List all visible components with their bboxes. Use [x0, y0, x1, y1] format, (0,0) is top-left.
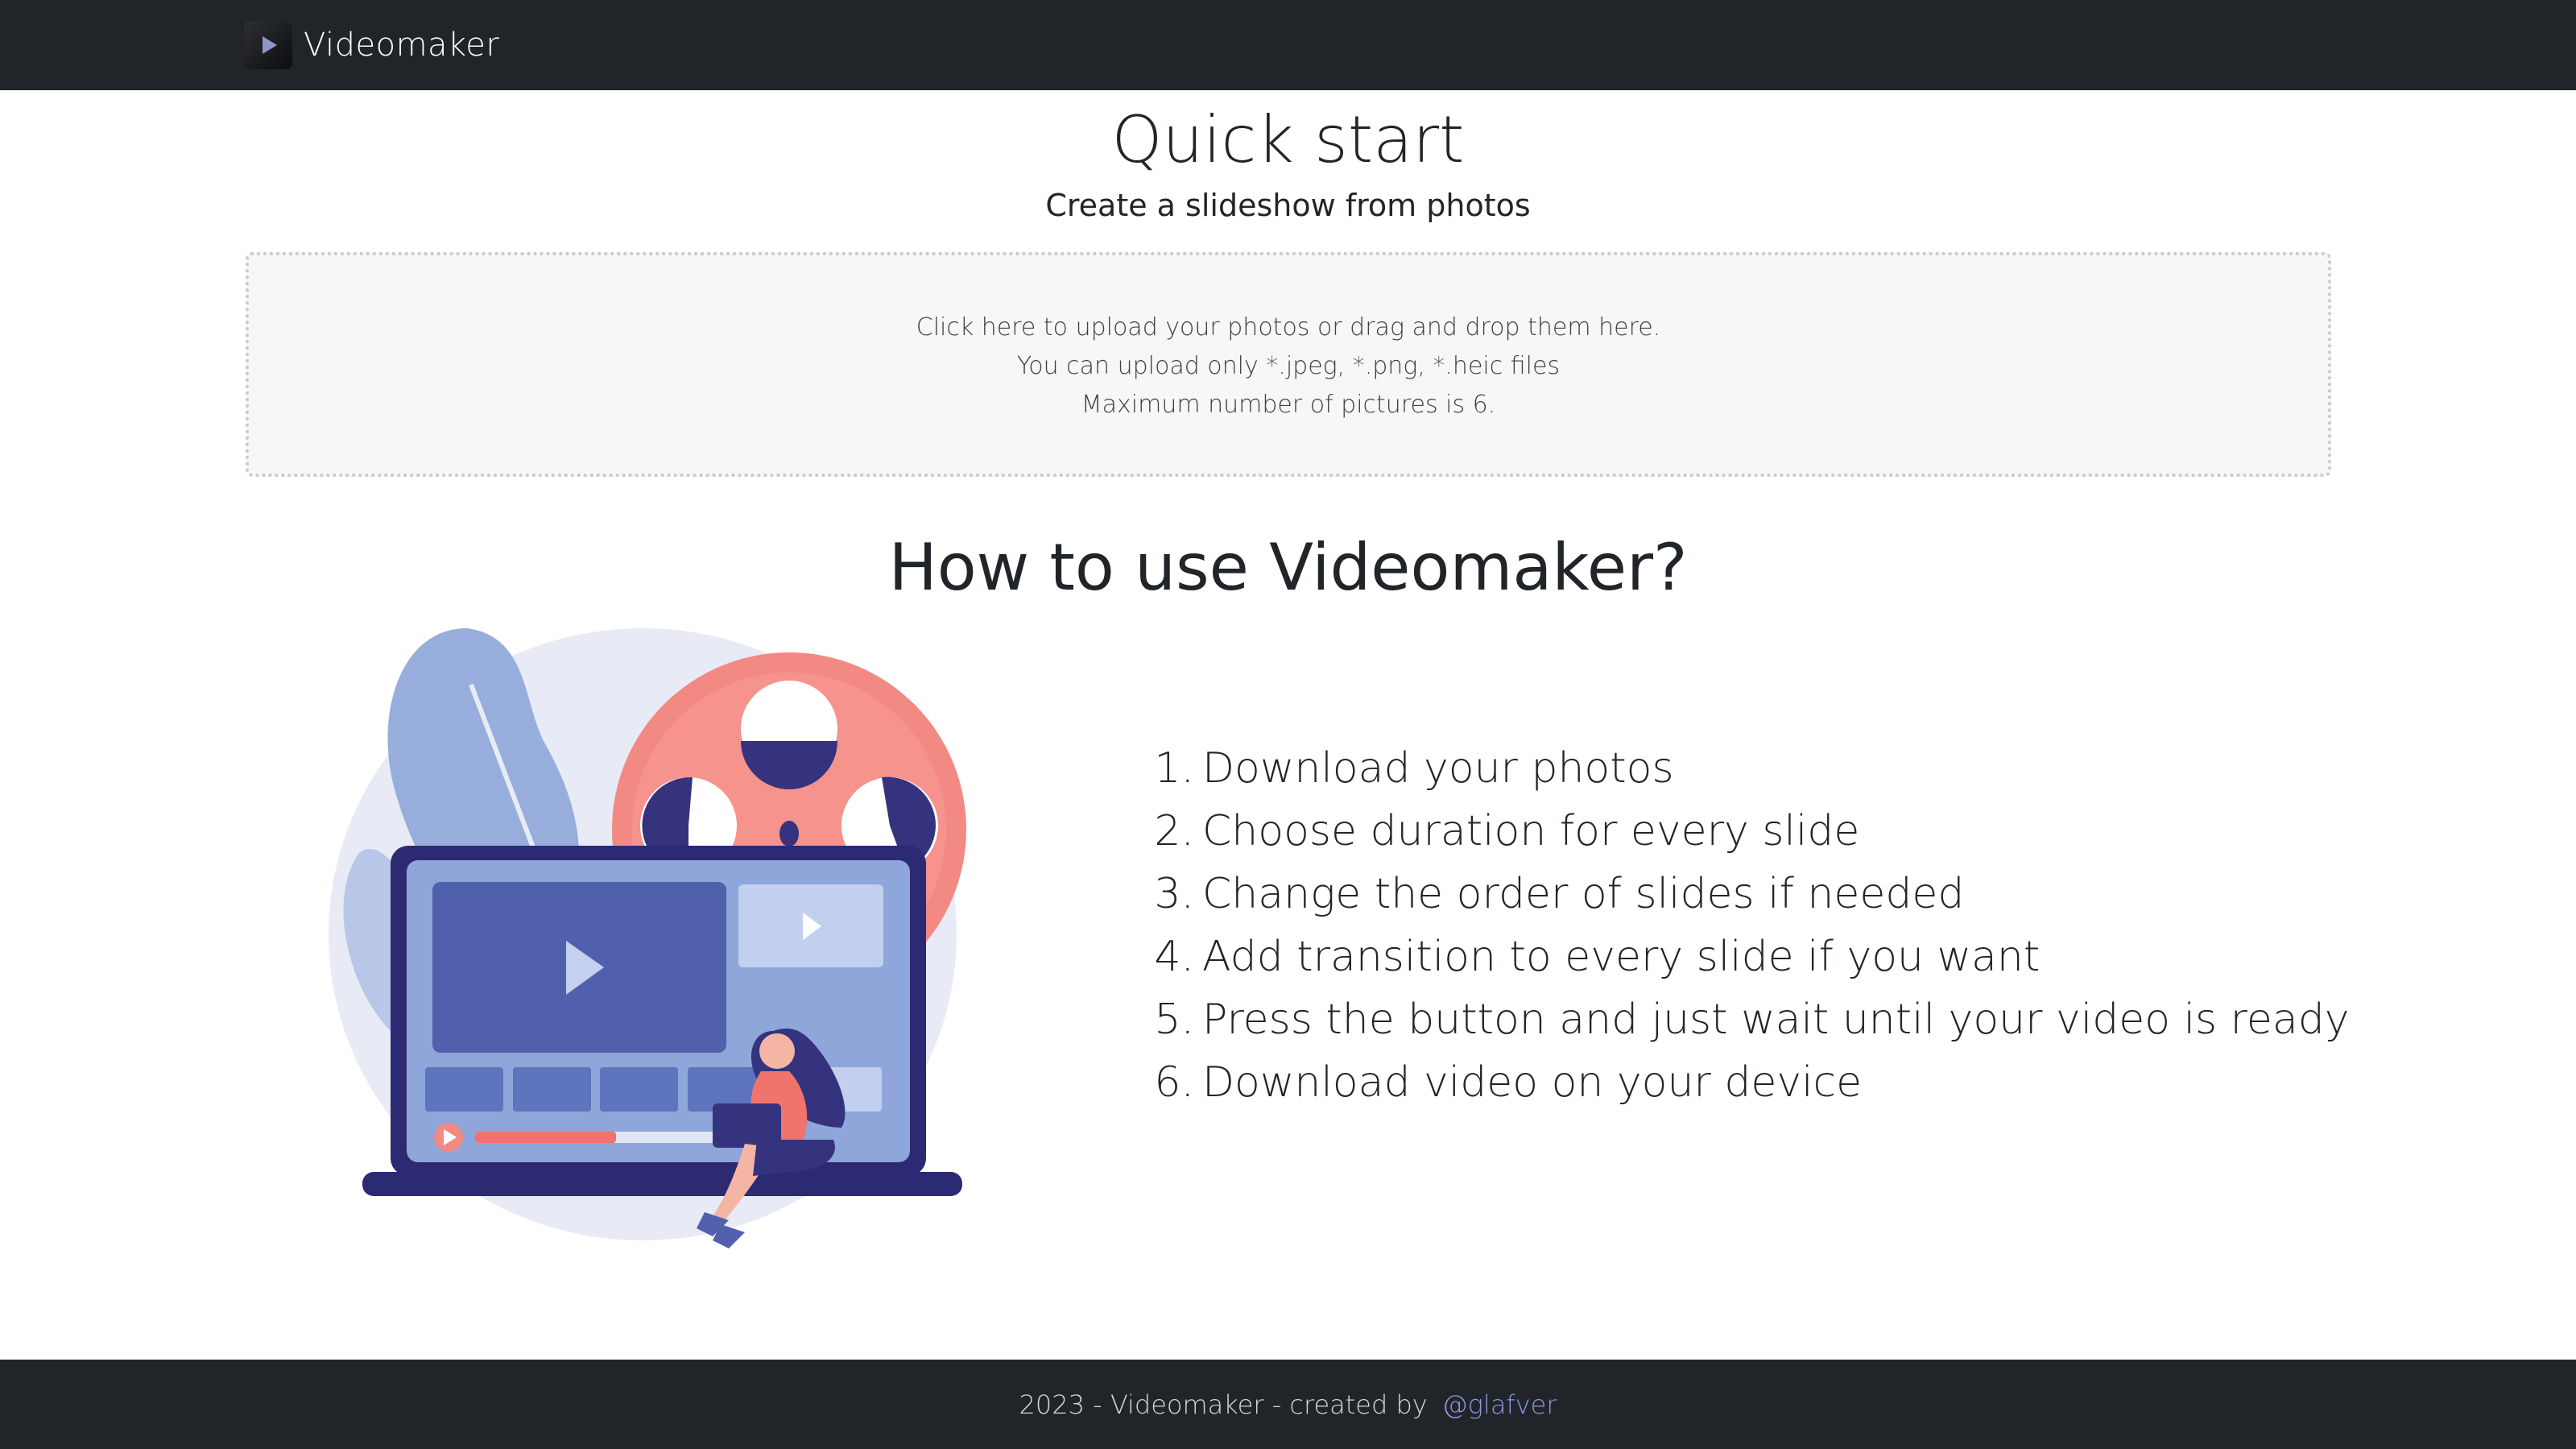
- step-number: 5.: [1154, 996, 1194, 1044]
- upload-file-types: You can upload only *.jpeg, *.png, *.hei…: [1016, 352, 1561, 380]
- step-number: 3.: [1154, 870, 1194, 918]
- brand-name: Videomaker: [304, 27, 500, 64]
- page-subtitle: Create a slideshow from photos: [1045, 188, 1531, 223]
- footer-credit: 2023 - Videomaker - created by: [1019, 1389, 1428, 1420]
- list-item: 6. Download video on your device: [1147, 1051, 2355, 1114]
- upload-instruction: Click here to upload your photos or drag…: [916, 313, 1661, 342]
- step-text: Press the button and just wait until you…: [1202, 996, 2350, 1044]
- list-item: 5. Press the button and just wait until y…: [1147, 988, 2355, 1051]
- video-editing-illustration: [326, 612, 970, 1256]
- footer: 2023 - Videomaker - created by @glafver: [0, 1360, 2576, 1449]
- step-text: Change the order of slides if needed: [1202, 870, 1965, 918]
- how-to-title: How to use Videomaker?: [888, 530, 1688, 605]
- how-to-steps: 1. Download your photos 2. Choose duration…: [1147, 737, 2355, 1114]
- step-text: Download your photos: [1202, 744, 1674, 793]
- step-text: Download video on your device: [1202, 1058, 1863, 1107]
- list-item: 1. Download your photos: [1147, 737, 2355, 800]
- step-number: 1.: [1154, 744, 1194, 793]
- photo-upload-dropzone[interactable]: Click here to upload your photos or drag…: [246, 252, 2331, 477]
- step-text: Add transition to every slide if you wan…: [1202, 933, 2041, 981]
- navbar: Videomaker: [0, 0, 2576, 90]
- author-link[interactable]: @glafver: [1442, 1389, 1557, 1420]
- step-number: 6.: [1154, 1058, 1194, 1107]
- upload-max-count: Maximum number of pictures is 6.: [1081, 391, 1496, 419]
- play-icon: [244, 21, 292, 69]
- list-item: 4. Add transition to every slide if you w…: [1147, 925, 2355, 988]
- step-number: 4.: [1154, 933, 1194, 981]
- page-title: Quick start: [1111, 102, 1465, 177]
- step-text: Choose duration for every slide: [1202, 807, 1860, 855]
- brand-link[interactable]: Videomaker: [244, 19, 499, 71]
- list-item: 3. Change the order of slides if needed: [1147, 863, 2355, 925]
- list-item: 2. Choose duration for every slide: [1147, 800, 2355, 863]
- step-number: 2.: [1154, 807, 1194, 855]
